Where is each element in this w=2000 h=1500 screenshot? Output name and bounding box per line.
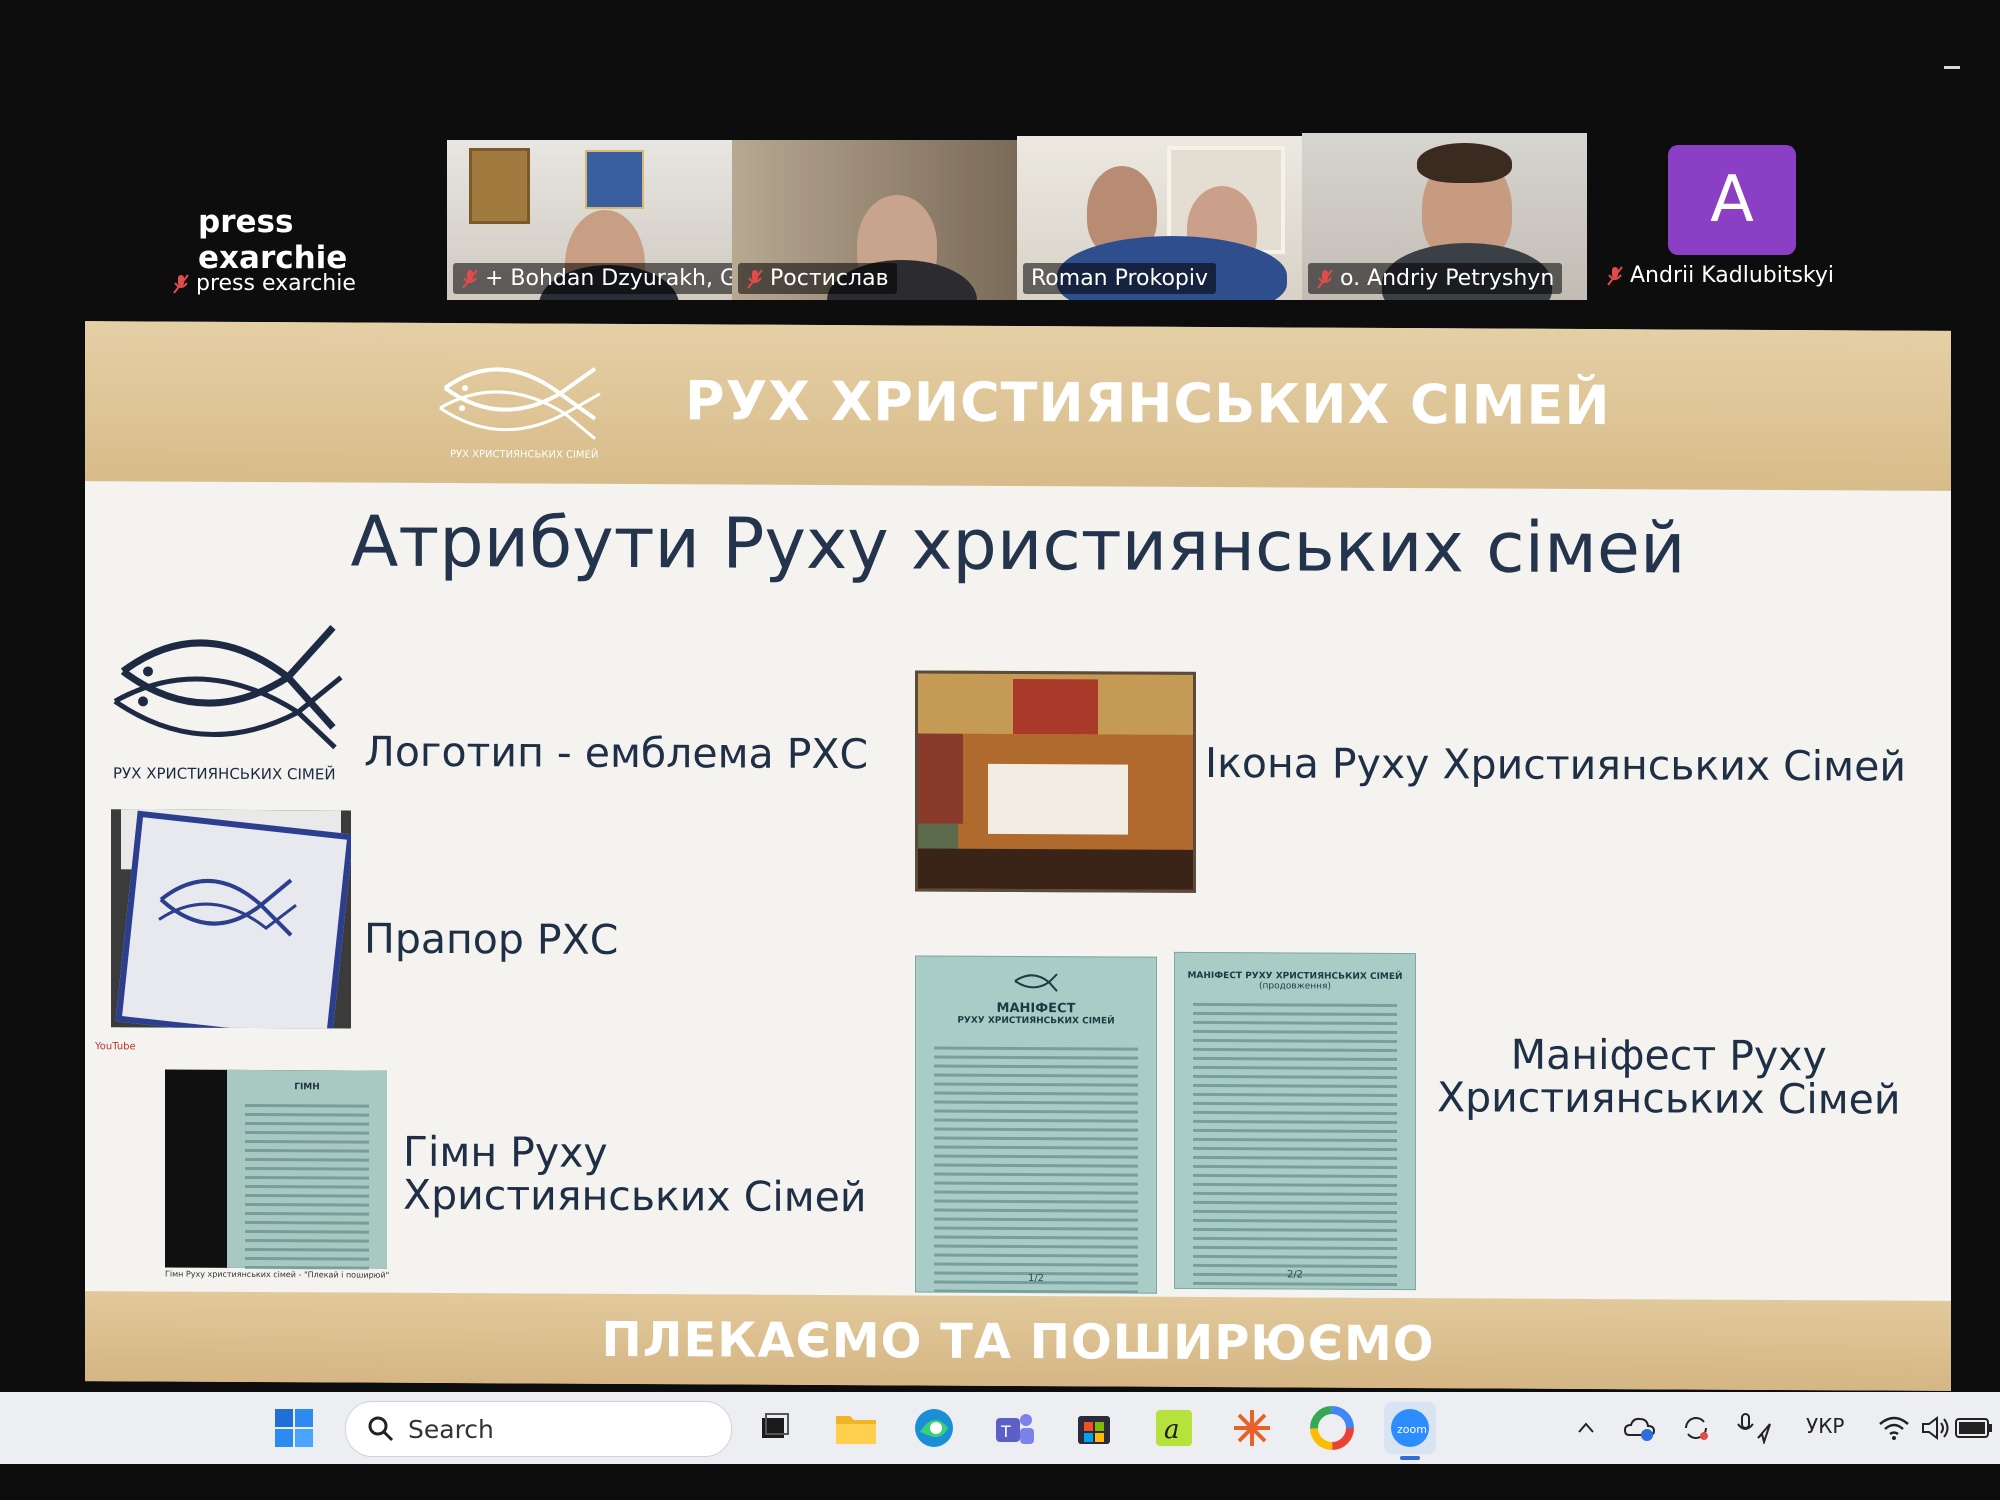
flag-label: Прапор РХС: [364, 914, 619, 964]
participant-label-andrii: Andrii Kadlubitskyi: [1598, 260, 1842, 291]
avatar: A: [1668, 145, 1796, 255]
participant-strip: press exarchie press exarchie + Bohdan D…: [0, 130, 2000, 300]
manifesto-page-1: МАНІФЕСТ РУХУ ХРИСТИЯНСЬКИХ СІМЕЙ 1/2: [915, 955, 1157, 1294]
sync-icon[interactable]: [1670, 1402, 1722, 1454]
self-label-text: press exarchie: [196, 271, 356, 296]
manifesto-emblem-icon: [1014, 973, 1058, 992]
task-view-icon[interactable]: [748, 1402, 800, 1454]
search-input[interactable]: Search: [345, 1401, 732, 1457]
taskbar: Search T a zoom УКР: [0, 1392, 2000, 1464]
anthem-video-thumbnail[interactable]: YouTube ГІМН Гімн Руху християнських сім…: [95, 1041, 395, 1283]
participant-tile-rostyslav[interactable]: Ростислав: [732, 140, 1017, 300]
svg-text:РУХ ХРИСТИЯНСЬКИХ СІМЕЙ: РУХ ХРИСТИЯНСЬКИХ СІМЕЙ: [113, 763, 336, 783]
store-icon[interactable]: [1068, 1402, 1120, 1454]
microphone-location-icon[interactable]: [1728, 1402, 1780, 1454]
slide-footer-band: ПЛЕКАЄМО ТА ПОШИРЮЄМО: [85, 1291, 1951, 1391]
zoom-icon[interactable]: zoom: [1384, 1402, 1436, 1460]
svg-text:a: a: [1164, 1415, 1180, 1445]
anthem-label: Гімн Руху Християнських Сімей: [403, 1127, 867, 1222]
muted-mic-icon: [173, 273, 189, 294]
svg-text:РУХ ХРИСТИЯНСЬКИХ СІМЕЙ: РУХ ХРИСТИЯНСЬКИХ СІМЕЙ: [450, 447, 598, 461]
video-frame: ГІМН: [165, 1069, 387, 1270]
chevron-up-icon[interactable]: [1560, 1402, 1612, 1454]
participant-name: + Bohdan Dzyurakh, G...: [485, 266, 732, 291]
slide-main-title: Атрибути Руху християнських сімей: [350, 500, 1686, 590]
youtube-icon: YouTube: [95, 1041, 136, 1053]
video-caption: Гімн Руху християнських сімей - "Плекай …: [165, 1269, 390, 1280]
muted-mic-icon: [462, 268, 478, 289]
movement-icon-painting: [915, 670, 1196, 893]
battery-icon[interactable]: [1952, 1402, 1996, 1454]
flag-photo: [111, 809, 351, 1029]
zoom-window: press exarchie press exarchie + Bohdan D…: [0, 0, 2000, 1500]
slide-header-title: РУХ ХРИСТИЯНСЬКИХ СІМЕЙ: [685, 369, 1611, 438]
logo-label: Логотип - емблема РХС: [364, 727, 869, 779]
self-display-name: press exarchie: [198, 204, 348, 276]
flag-emblem-icon: [158, 878, 297, 937]
file-explorer-icon[interactable]: [830, 1402, 882, 1454]
participant-name: o. Andriy Petryshyn: [1340, 266, 1555, 291]
slide-header-band: РУХ ХРИСТИЯНСЬКИХ СІМЕЙ РУХ ХРИСТИЯНСЬКИ…: [85, 321, 1951, 491]
minimize-icon[interactable]: [1944, 66, 1960, 69]
participant-name: Andrii Kadlubitskyi: [1630, 263, 1835, 288]
app-a-icon[interactable]: a: [1148, 1402, 1200, 1454]
rhs-emblem-icon: РУХ ХРИСТИЯНСЬКИХ СІМЕЙ: [113, 625, 343, 783]
self-video-tile[interactable]: press exarchie press exarchie: [150, 140, 430, 300]
color-app-icon[interactable]: [1306, 1402, 1358, 1454]
wall-icon-picture: [469, 148, 530, 224]
participant-label-roman: Roman Prokopiv: [1023, 263, 1217, 294]
participant-label-rostyslav: Ростислав: [738, 263, 897, 294]
participant-tile-bohdan[interactable]: + Bohdan Dzyurakh, G...: [447, 140, 732, 300]
participant-name: Roman Prokopiv: [1031, 266, 1209, 291]
manifesto-page-2: МАНІФЕСТ РУХУ ХРИСТИЯНСЬКИХ СІМЕЙ (продо…: [1174, 951, 1416, 1291]
slide-footer-title: ПЛЕКАЄМО ТА ПОШИРЮЄМО: [601, 1311, 1435, 1373]
windows-start-icon[interactable]: [268, 1402, 320, 1454]
sparkle-app-icon[interactable]: [1226, 1402, 1278, 1454]
participant-label-bohdan: + Bohdan Dzyurakh, G...: [453, 263, 732, 294]
search-icon: [368, 1416, 394, 1442]
participant-tile-andrii[interactable]: A Andrii Kadlubitskyi: [1590, 140, 1834, 300]
svg-text:zoom: zoom: [1397, 1423, 1427, 1436]
muted-mic-icon: [1607, 265, 1623, 286]
muted-mic-icon: [747, 268, 763, 289]
participant-name: Ростислав: [770, 266, 889, 291]
svg-text:T: T: [1000, 1422, 1011, 1441]
participant-tile-roman[interactable]: Roman Prokopiv: [1017, 136, 1302, 300]
participant-label-andriy: o. Andriy Petryshyn: [1308, 263, 1563, 294]
edge-icon[interactable]: [908, 1402, 960, 1454]
participant-tile-andriy[interactable]: o. Andriy Petryshyn: [1302, 133, 1587, 300]
bottom-bezel: [0, 1464, 2000, 1500]
icon-label: Ікона Руху Християнських Сімей: [1205, 738, 1906, 791]
language-indicator[interactable]: УКР: [1806, 1414, 1844, 1438]
fish-logo-icon: РУХ ХРИСТИЯНСЬКИХ СІМЕЙ: [439, 367, 601, 461]
muted-mic-icon: [1317, 268, 1333, 289]
teams-icon[interactable]: T: [988, 1402, 1040, 1454]
manifesto-label: Маніфест Руху Християнських Сімей: [1437, 1030, 1901, 1124]
anthem-page: ГІМН: [227, 1069, 387, 1270]
shared-slide: РУХ ХРИСТИЯНСЬКИХ СІМЕЙ РУХ ХРИСТИЯНСЬКИ…: [85, 321, 1951, 1391]
self-name-label: press exarchie: [164, 268, 364, 299]
search-placeholder: Search: [408, 1414, 494, 1444]
cloud-info-icon[interactable]: [1614, 1402, 1666, 1454]
wall-coat-of-arms: [585, 150, 644, 209]
